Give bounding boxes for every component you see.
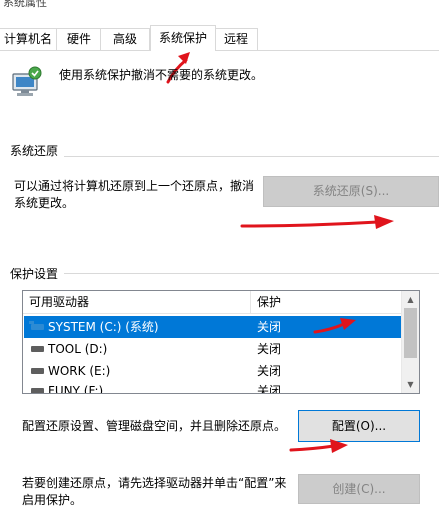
drive-list-header: 可用驱动器 保护 [23, 291, 403, 314]
create-desc-line2: 启用保护。 [22, 493, 83, 507]
annotation-arrow-configure [289, 439, 348, 453]
column-header-protection[interactable]: 保护 [251, 291, 403, 313]
scroll-up-icon[interactable]: ▲ [402, 291, 419, 308]
drive-list[interactable]: 可用驱动器 保护 SYSTEM (C:) (系统) 关闭 TOOL (D:) 关… [22, 290, 420, 394]
drive-status: 关闭 [257, 320, 282, 334]
restore-group-line [10, 156, 439, 157]
restore-group-title: 系统还原 [10, 142, 65, 159]
system-restore-button[interactable]: 系统还原(S)... [263, 176, 439, 207]
scrollbar-thumb[interactable] [404, 308, 417, 358]
tab-computer-name[interactable]: 计算机名 [0, 28, 57, 50]
tab-remote[interactable]: 远程 [214, 28, 258, 50]
drive-name: FUNY (F:) [48, 384, 104, 394]
drive-status: 关闭 [257, 364, 282, 378]
drive-row-f[interactable]: FUNY (F:) 关闭 [24, 380, 403, 394]
drive-list-scrollbar[interactable]: ▲ ▼ [401, 291, 419, 393]
restore-desc-line1: 可以通过将计算机还原到上一个还原点，撤消 [14, 179, 255, 193]
tab-strip: 计算机名 硬件 高级 系统保护 远程 [0, 25, 439, 51]
drive-status: 关闭 [257, 342, 282, 356]
tab-system-protection[interactable]: 系统保护 [150, 25, 216, 51]
create-button[interactable]: 创建(C)... [298, 474, 420, 504]
drive-icon [31, 368, 44, 374]
protection-group-title: 保护设置 [10, 265, 65, 282]
create-desc-line1: 若要创建还原点，请先选择驱动器并单击“配置”来 [22, 476, 287, 490]
drive-name: WORK (E:) [48, 364, 111, 378]
drive-icon [31, 388, 44, 393]
tab-advanced[interactable]: 高级 [100, 28, 150, 50]
intro-text: 使用系统保护撤消不需要的系统更改。 [59, 68, 264, 82]
annotation-arrow-drive [313, 318, 356, 334]
drive-status: 关闭 [257, 384, 282, 394]
drive-icon [31, 346, 44, 352]
configure-desc: 配置还原设置、管理磁盘空间，并且删除还原点。 [22, 419, 287, 433]
annotation-arrow-restore [240, 215, 394, 229]
restore-desc-line2: 系统更改。 [14, 196, 75, 210]
computer-shield-icon [12, 66, 42, 96]
tab-hardware[interactable]: 硬件 [56, 28, 102, 50]
system-drive-icon [29, 321, 44, 330]
drive-name: SYSTEM (C:) (系统) [48, 320, 159, 334]
drive-name: TOOL (D:) [48, 342, 108, 356]
protection-group-line [10, 273, 439, 274]
window-title: 系统属性 [3, 0, 47, 9]
scroll-down-icon[interactable]: ▼ [402, 376, 419, 393]
drive-row-e[interactable]: WORK (E:) 关闭 [24, 360, 403, 382]
drive-row-d[interactable]: TOOL (D:) 关闭 [24, 338, 403, 360]
column-header-drives[interactable]: 可用驱动器 [23, 291, 250, 313]
